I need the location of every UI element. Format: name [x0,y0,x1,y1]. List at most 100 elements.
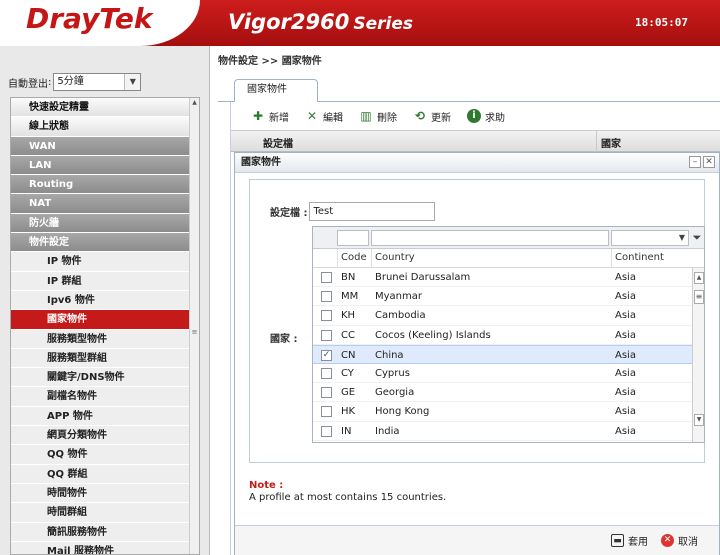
close-icon[interactable]: ✕ [703,156,715,168]
grid-col-continent[interactable]: Continent [615,252,664,263]
row-checkbox[interactable]: ✓ [321,349,332,361]
sidebar-menu: 快速設定精靈 線上狀態 WAN LAN Routing NAT 防火牆 物件設定 IP 物件 IP… [10,97,200,555]
scroll-grip-icon[interactable]: ≡ [694,290,704,304]
sidebar-item[interactable]: WAN [11,136,199,156]
row-continent: Asia [615,310,636,322]
add-label: 新增 [269,112,289,124]
grid-row[interactable]: IDIndonesiaAsia [313,441,693,442]
sidebar-item[interactable]: 網頁分類物件 [11,426,199,446]
row-code: CY [341,367,354,379]
row-country: Cambodia [375,310,426,322]
cancel-button[interactable]: ✕ 取消 [661,533,698,548]
sidebar-item[interactable]: 副檔名物件 [11,387,199,407]
sidebar-item[interactable]: 快速設定精靈 [11,98,199,118]
row-country: Myanmar [375,291,422,303]
row-country: Georgia [375,387,415,399]
sidebar-item[interactable]: LAN [11,155,199,176]
sidebar-item[interactable]: Ipv6 物件 [11,290,199,311]
row-checkbox[interactable] [321,406,332,418]
filter-code-input[interactable] [337,230,369,246]
row-checkbox[interactable] [321,329,332,341]
scroll-up-icon[interactable]: ▲ [694,272,704,284]
sidebar-item[interactable]: 國家物件 [11,310,199,330]
row-country: Brunei Darussalam [375,272,471,283]
row-checkbox[interactable] [321,310,332,322]
sidebar-item[interactable]: 關鍵字/DNS物件 [11,368,199,388]
sidebar-item[interactable]: QQ 群組 [11,464,199,484]
row-checkbox[interactable] [321,272,332,283]
sidebar-item[interactable]: Mail 服務物件 [11,541,199,554]
chevron-down-icon[interactable]: ▼ [675,230,689,246]
row-continent: Asia [615,291,636,303]
row-code: HK [341,406,356,418]
grid-col-country[interactable]: Country [375,252,415,263]
chevron-down-icon[interactable]: ▼ [124,74,141,90]
grid-scrollbar[interactable]: ▲ ≡ ▼ [692,268,704,442]
sidebar-item[interactable]: QQ 物件 [11,445,199,465]
row-checkbox[interactable] [321,387,332,399]
sidebar-item[interactable]: Routing [11,175,199,195]
row-code: BN [341,272,356,283]
row-continent: Asia [615,367,636,379]
minimize-icon[interactable]: – [689,156,701,168]
grid-row[interactable]: CY Cyprus Asia [313,364,693,384]
delete-button[interactable]: ▥ 刪除 [359,109,397,124]
refresh-button[interactable]: ⟲ 更新 [413,109,451,124]
sidebar-item[interactable]: 防火牆 [11,213,199,234]
grid-row[interactable]: HK Hong Kong Asia [313,402,693,422]
draytek-logo: DrayTek [0,0,200,46]
edit-icon: ✕ [306,109,318,123]
dialog-footer: ▬ 套用 ✕ 取消 [235,525,719,555]
refresh-icon: ⟲ [414,109,426,123]
filter-country-input[interactable] [371,230,609,246]
apply-button[interactable]: ▬ 套用 [611,533,648,548]
sidebar-item[interactable]: 時間物件 [11,483,199,504]
dialog-title: 國家物件 [241,157,281,168]
grid-row[interactable]: GE Georgia Asia [313,383,693,403]
grid-row[interactable]: IN India Asia [313,422,693,441]
sidebar-item[interactable]: 線上狀態 [11,117,199,137]
column-country[interactable]: 國家 [601,135,621,150]
sidebar-item[interactable]: 物件設定 [11,233,199,253]
row-checkbox[interactable] [321,367,332,379]
profile-row: 設定檔 : Test [270,202,436,221]
sidebar: 自動登出: 5分鐘 ▼ 快速設定精靈 線上狀態 WAN LAN Routing NAT 防火牆… [0,46,210,555]
sidebar-item[interactable]: IP 物件 [11,252,199,272]
scroll-up-icon[interactable]: ▲ [190,98,199,108]
add-button[interactable]: ✚ 新增 [251,109,289,124]
grid-row[interactable]: CC Cocos (Keeling) Islands Asia [313,326,693,345]
model-series: Series [353,14,413,34]
row-checkbox[interactable] [321,425,332,437]
clock: 18:05:07 [635,16,688,29]
sidebar-item[interactable]: 時間群組 [11,503,199,523]
sidebar-item[interactable]: APP 物件 [11,406,199,427]
column-profile[interactable]: 設定檔 [263,135,293,150]
row-country: Cyprus [375,367,410,379]
help-button[interactable]: i 求助 [467,109,505,124]
sidebar-item[interactable]: 服務類型群組 [11,348,199,369]
sidebar-item[interactable]: IP 群組 [11,271,199,291]
sidebar-item[interactable]: NAT [11,194,199,214]
grid-col-code[interactable]: Code [341,252,367,263]
sidebar-scrollbar[interactable]: ▲ ≡ [189,98,199,554]
cancel-icon: ✕ [661,534,674,547]
grid-row[interactable]: KH Cambodia Asia [313,306,693,326]
profile-input[interactable]: Test [309,202,436,221]
sidebar-item[interactable]: 服務類型物件 [11,329,199,349]
tab-bar: 國家物件 [218,70,720,103]
edit-button[interactable]: ✕ 編輯 [305,109,343,124]
grid-row[interactable]: ✓ CN China Asia [313,344,693,364]
sidebar-item[interactable]: 簡訊服務物件 [11,522,199,542]
row-checkbox[interactable] [321,291,332,303]
refresh-label: 更新 [431,112,451,124]
scroll-grip-icon[interactable]: ≡ [190,328,199,336]
scroll-down-icon[interactable]: ▼ [694,414,704,426]
info-icon: i [467,109,481,123]
filter-icon[interactable]: ⏷ [690,230,704,246]
row-country: China [375,349,404,361]
grid-row[interactable]: BN Brunei Darussalam Asia [313,268,693,288]
auto-logout-select[interactable]: 5分鐘 ▼ [53,73,142,91]
save-icon: ▬ [611,534,624,547]
tab-country-object[interactable]: 國家物件 [234,79,318,103]
grid-row[interactable]: MM Myanmar Asia [313,287,693,307]
